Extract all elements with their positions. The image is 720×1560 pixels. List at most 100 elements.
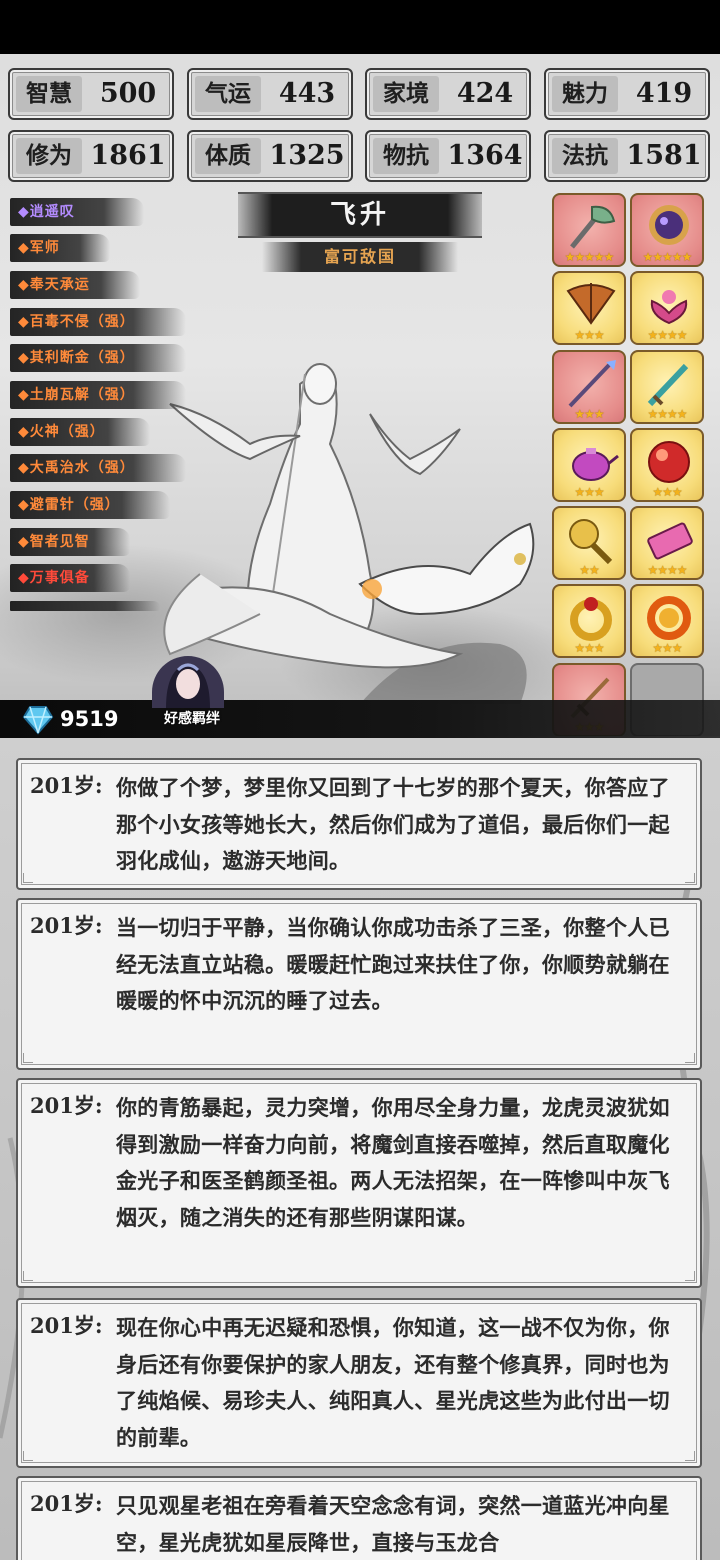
stat-value: 1581	[626, 140, 702, 171]
character-scene: 智慧 500 气运 443 家境 424 魅力 419 修为 1861 体质 1…	[0, 54, 720, 736]
stat-value: 500	[99, 78, 157, 109]
log-age: 201岁:	[30, 913, 103, 938]
stat-label: 魅力	[552, 76, 618, 112]
log-entry: 201岁: 现在你心中再无迟疑和恐惧，你知道，这一战不仅为你，你身后还有你要保护…	[16, 1298, 702, 1468]
teapot-icon	[572, 448, 619, 481]
corner-ornament	[23, 873, 33, 883]
trait-item[interactable]: ◆其利断金（强）	[10, 344, 186, 372]
stat-wisdom: 智慧 500	[8, 68, 174, 120]
log-entry: 201岁: 当一切归于平静，当你确认你成功击杀了三圣，你整个人已经无法直立站稳。…	[16, 898, 702, 1070]
stat-label: 修为	[16, 138, 82, 174]
log-text: 你做了个梦，梦里你又回到了十七岁的那个夏天，你答应了那个小女孩等她长大，然后你们…	[116, 775, 670, 873]
stat-label: 家境	[373, 76, 439, 112]
log-entry: 201岁: 你的青筋暴起，灵力突增，你用尽全身力量，龙虎灵波犹如得到激励一样奋力…	[16, 1078, 702, 1288]
trait-item[interactable]: ◆智者见智	[10, 528, 130, 556]
item-slot[interactable]: ★★★	[552, 271, 626, 345]
item-slot[interactable]: ★★★★★	[552, 193, 626, 267]
stat-value: 1861	[90, 140, 166, 171]
trait-item[interactable]: ◆军师	[10, 234, 110, 262]
stat-cultivation: 修为 1861	[8, 130, 174, 182]
item-slot[interactable]: ★★★★★	[630, 193, 704, 267]
crystal-gem-icon	[22, 706, 54, 735]
item-slot[interactable]: ★★★	[630, 584, 704, 658]
item-slot[interactable]: ★★	[552, 506, 626, 580]
star-rating: ★★★	[574, 641, 604, 655]
corner-ornament	[23, 1451, 33, 1461]
item-slot[interactable]: ★★★★	[630, 506, 704, 580]
star-rating: ★★★	[652, 485, 682, 499]
trait-item-partial[interactable]	[10, 601, 160, 611]
star-rating: ★★★★	[647, 563, 687, 577]
trait-item[interactable]: ◆百毒不侵（强）	[10, 308, 186, 336]
trait-item[interactable]: ◆万事俱备	[10, 564, 130, 592]
stat-value: 424	[456, 78, 514, 109]
war-fan-icon	[566, 283, 616, 325]
star-rating: ★★★	[574, 328, 604, 342]
star-rating: ★★★★	[647, 407, 687, 421]
stat-physical-resist: 物抗 1364	[365, 130, 531, 182]
currency-amount: 9519	[60, 707, 119, 731]
stat-family: 家境 424	[365, 68, 531, 120]
stat-label: 体质	[195, 138, 261, 174]
stat-constitution: 体质 1325	[187, 130, 353, 182]
trait-item[interactable]: ◆逍遥叹	[10, 198, 144, 226]
item-slot[interactable]: ★★★	[552, 428, 626, 502]
log-age: 201岁:	[30, 1093, 103, 1118]
stat-luck: 气运 443	[187, 68, 353, 120]
gold-ring-icon	[570, 597, 612, 641]
star-rating: ★★★	[574, 407, 604, 421]
scroll-icon	[647, 522, 693, 560]
star-rating: ★★★	[574, 485, 604, 499]
log-entry: 201岁: 只见观星老祖在旁看着天空念念有词，突然一道蓝光冲向星空，星光虎犹如星…	[16, 1476, 702, 1560]
item-slot[interactable]: ★★★	[630, 428, 704, 502]
stat-value: 1325	[269, 140, 345, 171]
star-rating: ★★★★	[647, 328, 687, 342]
stat-value: 1364	[447, 140, 523, 171]
stat-label: 法抗	[552, 138, 618, 174]
corner-ornament	[685, 1271, 695, 1281]
stat-charm: 魅力 419	[544, 68, 710, 120]
log-age: 201岁:	[30, 773, 103, 798]
log-text: 当一切归于平静，当你确认你成功击杀了三圣，你整个人已经无法直立站稳。暖暖赶忙跑过…	[116, 915, 670, 1013]
trait-item[interactable]: ◆大禹治水（强）	[10, 454, 186, 482]
corner-ornament	[685, 1053, 695, 1063]
status-bar	[0, 0, 720, 54]
affinity-button[interactable]: 好感羁绊	[152, 708, 232, 728]
corner-ornament	[685, 873, 695, 883]
log-text: 现在你心中再无迟疑和恐惧，你知道，这一战不仅为你，你身后还有你要保护的家人朋友，…	[116, 1315, 670, 1450]
star-rating: ★★★	[652, 641, 682, 655]
item-slot[interactable]: ★★★	[552, 350, 626, 424]
magic-mirror-icon	[649, 205, 689, 245]
trait-item[interactable]: ◆奉天承运	[10, 271, 140, 299]
star-rating: ★★★★★	[564, 250, 615, 264]
item-slot[interactable]: ★★★★	[630, 350, 704, 424]
stat-value: 443	[278, 78, 336, 109]
corner-ornament	[685, 1451, 695, 1461]
trait-item[interactable]: ◆避雷针（强）	[10, 491, 170, 519]
log-age: 201岁:	[30, 1313, 103, 1338]
stat-label: 物抗	[373, 138, 439, 174]
event-log[interactable]: 201岁: 你做了个梦，梦里你又回到了十七岁的那个夏天，你答应了那个小女孩等她长…	[0, 738, 720, 1560]
trait-item[interactable]: ◆土崩瓦解（强）	[10, 381, 186, 409]
stat-value: 419	[635, 78, 693, 109]
corner-ornament	[23, 1053, 33, 1063]
item-slot[interactable]: ★★★★	[630, 271, 704, 345]
item-slot[interactable]: ★★★	[552, 584, 626, 658]
jade-sword-icon	[647, 363, 689, 407]
log-text: 你的青筋暴起，灵力突增，你用尽全身力量，龙虎灵波犹如得到激励一样奋力向前，将魔剑…	[116, 1095, 670, 1230]
spear-icon	[568, 360, 616, 408]
lotus-icon	[650, 290, 688, 325]
log-age: 201岁:	[30, 1491, 103, 1516]
stat-label: 智慧	[16, 76, 82, 112]
star-rating: ★★	[579, 563, 600, 577]
log-text: 只见观星老祖在旁看着天空念念有词，突然一道蓝光冲向星空，星光虎犹如星辰降世，直接…	[116, 1493, 670, 1555]
realm-subtitle: 富可敌国	[262, 242, 458, 272]
corner-ornament	[23, 1271, 33, 1281]
stat-label: 气运	[195, 76, 261, 112]
golden-rattle-icon	[569, 519, 613, 565]
jade-axe-icon	[570, 205, 616, 249]
fire-orb-icon	[648, 441, 690, 483]
realm-title: 飞升	[238, 192, 482, 238]
fire-ring-icon	[647, 596, 691, 640]
trait-item[interactable]: ◆火神（强）	[10, 418, 150, 446]
